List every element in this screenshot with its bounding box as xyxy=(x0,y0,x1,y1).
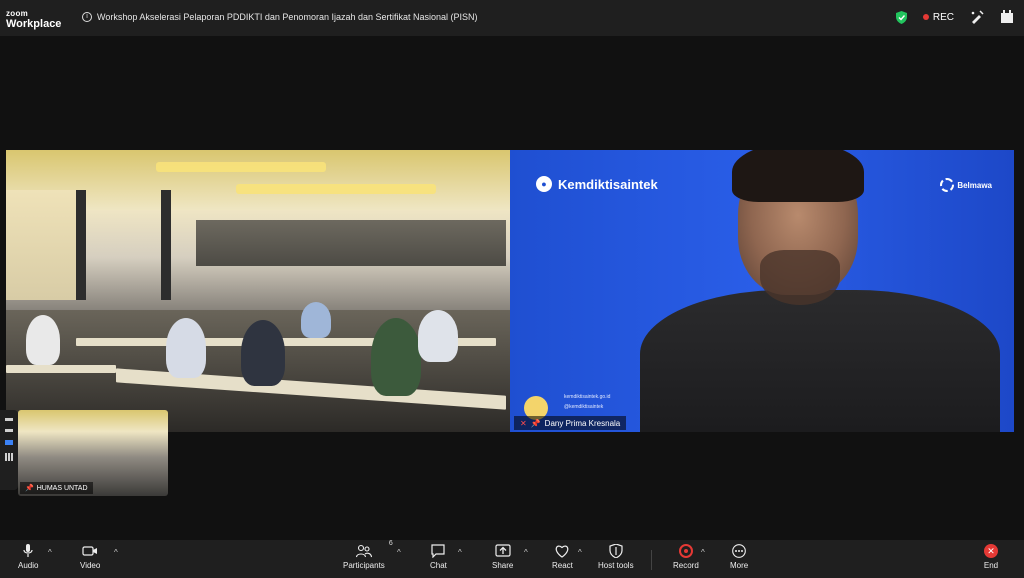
attendee xyxy=(26,315,60,365)
thumbnail-name-tag: 📌 HUMAS UNTAD xyxy=(20,482,93,494)
brand-text: Kemdiktisaintek xyxy=(558,176,658,192)
chat-label: Chat xyxy=(430,561,447,570)
react-button[interactable]: React xyxy=(552,544,573,570)
participants-button[interactable]: 6 Participants xyxy=(343,540,393,570)
more-button[interactable]: More xyxy=(730,544,748,570)
rec-label: REC xyxy=(932,11,954,23)
security-shield-icon[interactable] xyxy=(895,10,907,24)
info-icon[interactable]: i xyxy=(82,12,92,22)
meeting-title: i Workshop Akselerasi Pelaporan PDDIKTI … xyxy=(82,12,478,22)
strip-view-icon[interactable] xyxy=(5,440,13,445)
minimize-icon[interactable] xyxy=(5,429,13,432)
end-label: End xyxy=(983,561,999,570)
toolbar-divider xyxy=(651,550,652,570)
camera-icon xyxy=(82,546,98,556)
speaker-beard xyxy=(760,250,840,305)
host-tools-button[interactable]: Host tools xyxy=(598,544,634,570)
host-tools-label: Host tools xyxy=(598,561,634,570)
speaker-body xyxy=(640,290,1000,432)
room-wall xyxy=(6,190,76,300)
audio-label: Audio xyxy=(18,561,39,570)
video-tile-speaker[interactable]: ● Kemdiktisaintek Belmawa kemdiktisainte… xyxy=(510,150,1014,432)
attendee xyxy=(241,320,285,386)
video-options-chevron-icon[interactable]: ^ xyxy=(114,548,118,557)
participants-options-chevron-icon[interactable]: ^ xyxy=(397,548,401,557)
chat-icon xyxy=(431,544,446,558)
hide-thumbnail-icon[interactable] xyxy=(5,418,13,421)
react-options-chevron-icon[interactable]: ^ xyxy=(578,548,582,557)
video-tile-room[interactable] xyxy=(6,150,510,432)
room-window xyxy=(196,220,506,266)
speaker-name-tag: ✕ 📌 Dany Prima Kresnala xyxy=(514,416,627,430)
attendee xyxy=(166,318,206,378)
ceiling-light xyxy=(156,162,326,172)
top-right-controls: REC xyxy=(895,10,1014,24)
share-button[interactable]: Share xyxy=(492,544,513,570)
pin-icon: 📌 xyxy=(25,485,34,492)
video-thumbnail[interactable]: 📌 HUMAS UNTAD xyxy=(18,410,168,496)
meeting-toolbar: Audio ^ Video ^ 6 Participants ^ Chat ^ … xyxy=(0,540,1024,578)
record-label: Record xyxy=(673,561,699,570)
annotate-icon[interactable] xyxy=(970,10,984,24)
attendee xyxy=(418,310,458,362)
end-icon: ✕ xyxy=(984,544,998,558)
end-button[interactable]: ✕ End xyxy=(983,544,999,570)
thumbnail-name: HUMAS UNTAD xyxy=(36,484,88,492)
record-options-chevron-icon[interactable]: ^ xyxy=(701,548,705,557)
rec-dot-icon xyxy=(922,14,929,20)
record-button[interactable]: Record xyxy=(673,544,699,570)
more-label: More xyxy=(730,561,749,570)
top-bar: zoom Workplace i Workshop Akselerasi Pel… xyxy=(0,0,1024,36)
participants-count: 6 xyxy=(388,540,393,547)
share-screen-icon xyxy=(495,544,511,557)
room-pillar xyxy=(76,190,86,300)
kemdiktisaintek-brand: ● Kemdiktisaintek xyxy=(536,176,658,192)
room-pillar xyxy=(161,190,171,300)
audio-options-chevron-icon[interactable]: ^ xyxy=(48,548,52,557)
more-icon xyxy=(732,544,746,558)
ceiling-light xyxy=(236,184,436,194)
recording-indicator[interactable]: REC xyxy=(922,11,954,23)
heart-icon xyxy=(556,545,569,558)
card-social: @kemdiktisaintek xyxy=(564,404,604,410)
pin-icon: 📌 xyxy=(530,418,541,428)
microphone-icon xyxy=(23,544,33,557)
meeting-title-text: Workshop Akselerasi Pelaporan PDDIKTI da… xyxy=(97,12,478,22)
speaker-hair xyxy=(732,150,864,202)
mic-muted-icon: ✕ xyxy=(520,418,527,428)
react-label: React xyxy=(552,561,573,570)
record-icon-wrap xyxy=(678,544,694,558)
shield-icon xyxy=(609,544,623,558)
thumbnail-rail xyxy=(0,410,18,490)
video-button[interactable]: Video xyxy=(80,544,100,570)
attendee xyxy=(301,302,331,338)
share-label: Share xyxy=(492,561,514,570)
card-url: kemdiktisaintek.go.id xyxy=(564,394,611,400)
record-icon xyxy=(678,544,693,558)
view-options-icon[interactable] xyxy=(1000,10,1014,24)
speaker-person xyxy=(640,150,1000,432)
attendee xyxy=(371,318,421,396)
speaker-name: Dany Prima Kresnala xyxy=(544,418,621,428)
gallery-grid-icon[interactable] xyxy=(5,453,13,461)
end-icon-wrap: ✕ xyxy=(983,544,999,558)
video-label: Video xyxy=(80,561,101,570)
chat-options-chevron-icon[interactable]: ^ xyxy=(458,548,462,557)
chat-button[interactable]: Chat xyxy=(430,544,447,570)
table xyxy=(6,365,116,373)
audio-button[interactable]: Audio xyxy=(18,544,38,570)
kemdiktisaintek-logo-icon: ● xyxy=(536,176,552,192)
zoom-logo: zoom Workplace xyxy=(6,9,62,30)
participants-icon xyxy=(355,544,372,558)
participants-label: Participants xyxy=(343,561,385,570)
share-options-chevron-icon[interactable]: ^ xyxy=(524,548,528,557)
logo-line2: Workplace xyxy=(6,18,62,30)
